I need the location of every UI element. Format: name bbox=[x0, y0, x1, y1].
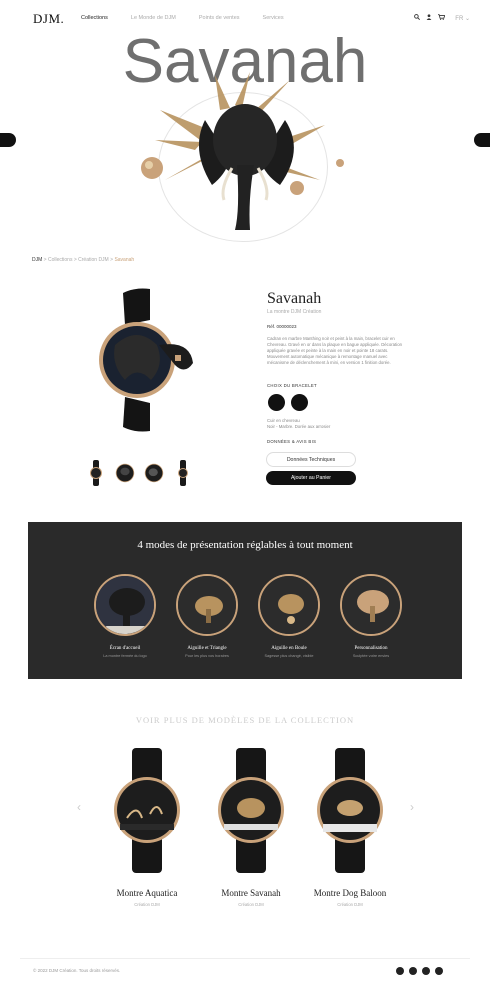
thumbnail-1[interactable] bbox=[86, 459, 106, 487]
card-name: Montre Dog Baloon bbox=[313, 888, 387, 898]
social-links bbox=[396, 967, 443, 975]
cart-icon[interactable] bbox=[438, 14, 446, 22]
card-subtitle: Création DJM bbox=[134, 902, 160, 907]
pinterest-icon[interactable] bbox=[422, 967, 430, 975]
mode-title: Aiguille et Triangle bbox=[187, 646, 227, 651]
carousel-prev-arrow[interactable]: ‹ bbox=[77, 800, 81, 814]
mode-item-welcome[interactable]: Écran d'accueil La montre fermée du logo bbox=[85, 574, 165, 658]
right-side-tab[interactable] bbox=[474, 133, 490, 147]
breadcrumb-current: Savanah bbox=[114, 257, 135, 263]
card-name: Montre Savanah bbox=[221, 888, 281, 898]
swatch-black-2[interactable] bbox=[291, 394, 308, 411]
facebook-icon[interactable] bbox=[396, 967, 404, 975]
mode-item-needle-triangle[interactable]: Aiguille et Triangle Pour les plus vos h… bbox=[167, 574, 247, 658]
product-thumbnails bbox=[86, 459, 193, 487]
mode-image bbox=[94, 574, 156, 636]
watch-image-aquatica bbox=[114, 748, 180, 873]
product-name: Savanah bbox=[267, 290, 322, 307]
watch-image-dog-baloon bbox=[317, 748, 383, 873]
header-icons: FR ⌄ bbox=[414, 14, 470, 22]
main-nav: Collections Le Monde de DJM Points de ve… bbox=[81, 15, 307, 21]
footer-divider bbox=[20, 958, 470, 959]
footer-copyright: © 2022 DJM Création. Tous droits réservé… bbox=[33, 968, 121, 973]
bracelet-choice-label: CHOIX DU BRACELET bbox=[267, 383, 317, 388]
technical-data-button[interactable]: Données Techniques bbox=[266, 452, 356, 467]
mode-title: Personnalisation bbox=[354, 646, 388, 651]
mode-item-personalisation[interactable]: Personnalisation Sculptée votre envies bbox=[331, 574, 411, 658]
breadcrumb-separator: > bbox=[73, 257, 77, 263]
breadcrumb-creation[interactable]: Création DJM bbox=[78, 257, 109, 263]
thumbnail-2[interactable] bbox=[115, 459, 135, 487]
breadcrumb-collections[interactable]: Collections bbox=[48, 257, 72, 263]
carousel-next-arrow[interactable]: › bbox=[410, 800, 414, 814]
card-name: Montre Aquatica bbox=[116, 888, 178, 898]
swatch-black-1[interactable] bbox=[268, 394, 285, 411]
product-description: Cadran en marbre Manthing noir et peint … bbox=[267, 336, 402, 365]
mode-subtitle: Sagesse plus changé, visible bbox=[264, 654, 314, 658]
breadcrumb-separator: > bbox=[110, 257, 114, 263]
mode-subtitle: Sculptée votre envies bbox=[352, 654, 390, 658]
bracelet-note-line: Noir - Marbre. Dorée aux arrosier bbox=[267, 423, 331, 429]
mode-subtitle: La montre fermée du logo bbox=[103, 654, 147, 658]
mode-title: Écran d'accueil bbox=[109, 646, 141, 651]
modes-title: 4 modes de présentation réglables à tout… bbox=[137, 539, 353, 551]
breadcrumb-home[interactable]: DJM bbox=[32, 257, 42, 263]
mode-subtitle: Pour les plus vos horaires bbox=[185, 654, 229, 658]
hero-elephant-sculpture bbox=[141, 72, 344, 230]
add-to-cart-button[interactable]: Ajouter au Panier bbox=[266, 471, 356, 485]
breadcrumb-separator: > bbox=[43, 257, 47, 263]
user-icon[interactable] bbox=[426, 14, 432, 22]
nav-services[interactable]: Services bbox=[263, 15, 284, 21]
logo[interactable]: DJM. bbox=[33, 11, 64, 27]
left-side-tab[interactable] bbox=[0, 133, 16, 147]
presentation-modes-section: 4 modes de présentation réglables à tout… bbox=[28, 522, 462, 679]
product-reference: Réf. 00000023 bbox=[267, 324, 297, 329]
nav-collections[interactable]: Collections bbox=[81, 15, 108, 21]
mode-item-needle-ball[interactable]: Aiguille en Boule Sagesse plus changé, v… bbox=[249, 574, 329, 658]
card-subtitle: Création DJM bbox=[238, 902, 264, 907]
thumbnail-4[interactable] bbox=[173, 459, 193, 487]
product-main-image[interactable] bbox=[95, 285, 210, 435]
search-icon[interactable] bbox=[414, 14, 421, 22]
collection-title: VOIR PLUS DE MODÈLES DE LA COLLECTION bbox=[135, 715, 355, 725]
instagram-icon[interactable] bbox=[409, 967, 417, 975]
bracelet-swatches bbox=[268, 394, 308, 411]
data-reviews-label: DONNÉES & AVIS BIS bbox=[267, 439, 317, 444]
mode-image bbox=[258, 574, 320, 636]
product-subtitle: La montre DJM Création bbox=[267, 309, 322, 315]
nav-monde[interactable]: Le Monde de DJM bbox=[131, 15, 176, 21]
mode-image bbox=[340, 574, 402, 636]
youtube-icon[interactable] bbox=[435, 967, 443, 975]
bracelet-note: Cuir en chevreau Noir - Marbre. Dorée au… bbox=[267, 418, 330, 429]
mode-image bbox=[176, 574, 238, 636]
mode-title: Aiguille en Boule bbox=[271, 646, 307, 651]
watch-image-savanah bbox=[218, 748, 284, 873]
thumbnail-3[interactable] bbox=[144, 459, 164, 487]
language-select[interactable]: FR ⌄ bbox=[455, 15, 470, 22]
breadcrumb: DJM > Collections > Création DJM > Savan… bbox=[32, 257, 134, 263]
card-subtitle: Création DJM bbox=[337, 902, 363, 907]
nav-points-de-ventes[interactable]: Points de ventes bbox=[199, 15, 240, 21]
